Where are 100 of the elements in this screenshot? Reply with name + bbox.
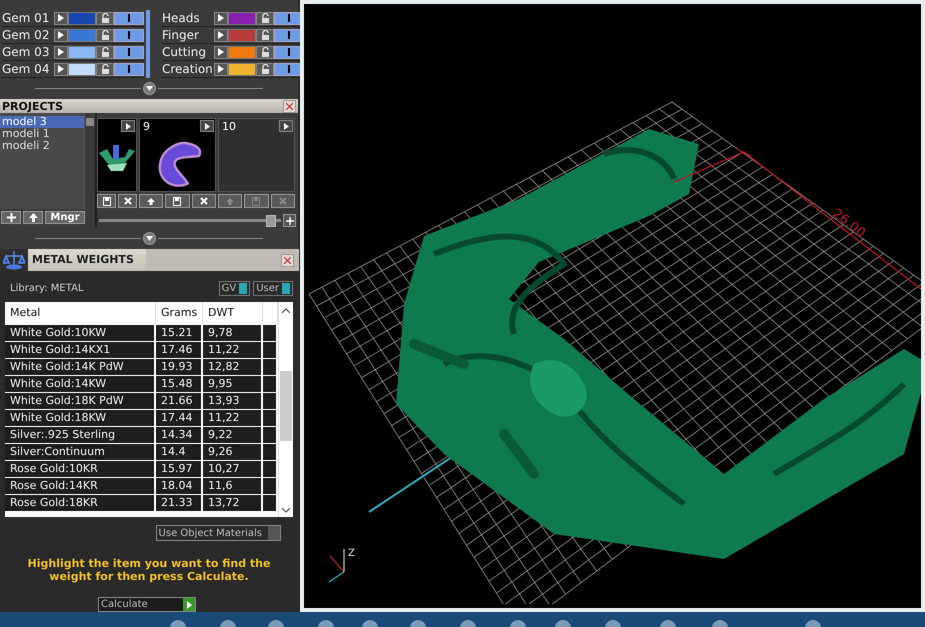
lock-icon: [260, 47, 270, 57]
color-swatch[interactable]: [68, 12, 96, 24]
caret-icon: [146, 236, 152, 241]
visibility-toggle[interactable]: [114, 28, 144, 42]
library-label: Library: METAL: [10, 283, 84, 294]
column-header[interactable]: Metal: [5, 302, 156, 324]
lock-icon: [100, 30, 110, 40]
lock-button[interactable]: [256, 12, 274, 24]
delete-button[interactable]: [118, 194, 137, 208]
material-name: Heads: [162, 11, 201, 25]
lock-button[interactable]: [96, 62, 114, 76]
material-name: Gem 01: [2, 11, 50, 25]
lock-icon: [260, 13, 270, 23]
play-icon: [58, 14, 64, 22]
lock-button[interactable]: [96, 12, 114, 24]
play-button[interactable]: [54, 28, 68, 42]
use-object-materials-toggle[interactable]: Use Object Materials: [156, 525, 281, 541]
column-header[interactable]: Grams: [156, 302, 203, 324]
color-swatch[interactable]: [228, 62, 256, 76]
material-name: Gem 04: [2, 62, 50, 76]
play-icon: [218, 48, 224, 56]
color-swatch[interactable]: [228, 28, 256, 42]
lock-button[interactable]: [96, 28, 114, 42]
calculate-button[interactable]: Calculate: [98, 597, 196, 612]
plus-icon: [6, 213, 16, 222]
scroll-bar[interactable]: [146, 10, 150, 78]
column-header[interactable]: DWT: [203, 302, 263, 324]
plus-icon: [286, 216, 294, 225]
upload-button[interactable]: [139, 194, 164, 208]
panel-tab[interactable]: METAL WEIGHTS: [28, 249, 146, 271]
thumbnail-number: 9: [143, 120, 150, 134]
play-button[interactable]: [214, 62, 228, 76]
play-icon: [204, 122, 210, 130]
color-swatch[interactable]: [68, 28, 96, 42]
lock-icon: [100, 64, 110, 74]
collapse-handle[interactable]: [142, 232, 156, 245]
delete-button[interactable]: [192, 194, 216, 208]
play-button[interactable]: [214, 28, 228, 42]
project-item[interactable]: modeli 2: [0, 140, 84, 152]
play-icon: [186, 600, 192, 608]
save-button[interactable]: [97, 194, 116, 208]
lock-icon: [260, 30, 270, 40]
manager-button[interactable]: Mngr: [45, 211, 85, 224]
arrow-up-icon: [226, 198, 234, 205]
save-button[interactable]: [165, 194, 190, 208]
play-icon: [284, 122, 288, 130]
upload-button[interactable]: [23, 211, 43, 224]
material-name: Gem 02: [2, 28, 50, 42]
play-icon: [218, 14, 224, 22]
arrow-up-icon: [147, 198, 156, 205]
play-icon: [126, 122, 130, 130]
caret-down-icon: [282, 508, 290, 513]
x-icon: [124, 197, 132, 206]
play-button[interactable]: [279, 120, 293, 132]
color-swatch[interactable]: [68, 46, 96, 58]
axis-label: Z: [348, 548, 355, 559]
color-swatch[interactable]: [68, 62, 96, 76]
close-button[interactable]: [281, 254, 294, 266]
add-button[interactable]: [283, 214, 296, 228]
scale-icon: [3, 250, 25, 270]
color-swatch[interactable]: [228, 12, 256, 24]
color-swatch[interactable]: [228, 46, 256, 58]
table-cell[interactable]: 13,72: [203, 495, 263, 511]
collapse-handle[interactable]: [142, 82, 156, 95]
panel-title: PROJECTS: [2, 100, 63, 113]
visibility-toggle[interactable]: [114, 46, 144, 58]
visibility-toggle[interactable]: [114, 62, 144, 76]
play-button[interactable]: [214, 46, 228, 58]
table-cell[interactable]: 21.33: [156, 495, 203, 511]
lock-icon: [260, 64, 270, 74]
project-item[interactable]: model 3: [0, 116, 84, 128]
play-icon: [58, 31, 64, 39]
table-cell[interactable]: Rose Gold:18KR: [5, 495, 156, 511]
project-item[interactable]: modeli 1: [0, 128, 84, 140]
visibility-toggle[interactable]: [114, 12, 144, 24]
play-icon: [58, 65, 64, 73]
play-button[interactable]: [214, 12, 228, 24]
play-button[interactable]: [200, 120, 214, 132]
close-button[interactable]: [283, 100, 296, 113]
lock-icon: [100, 13, 110, 23]
close-icon: [284, 256, 291, 264]
play-button[interactable]: [54, 46, 68, 58]
lock-button[interactable]: [96, 46, 114, 58]
thumbnail-frame[interactable]: [97, 118, 137, 192]
play-button[interactable]: [54, 12, 68, 24]
lock-button[interactable]: [256, 28, 274, 42]
play-button[interactable]: [121, 120, 135, 132]
toggle-button[interactable]: GV: [218, 281, 250, 296]
play-button[interactable]: [54, 62, 68, 76]
thumbnail-frame[interactable]: 9: [139, 118, 216, 192]
toggle-button[interactable]: User: [253, 281, 293, 296]
play-icon: [58, 48, 64, 56]
lock-button[interactable]: [256, 46, 274, 58]
scroll-bar[interactable]: [84, 113, 95, 209]
x-icon: [278, 197, 287, 206]
x-icon: [200, 197, 208, 206]
close-icon: [286, 102, 293, 110]
add-button[interactable]: [1, 211, 21, 224]
material-name: Cutting: [162, 45, 207, 59]
lock-button[interactable]: [256, 62, 274, 76]
